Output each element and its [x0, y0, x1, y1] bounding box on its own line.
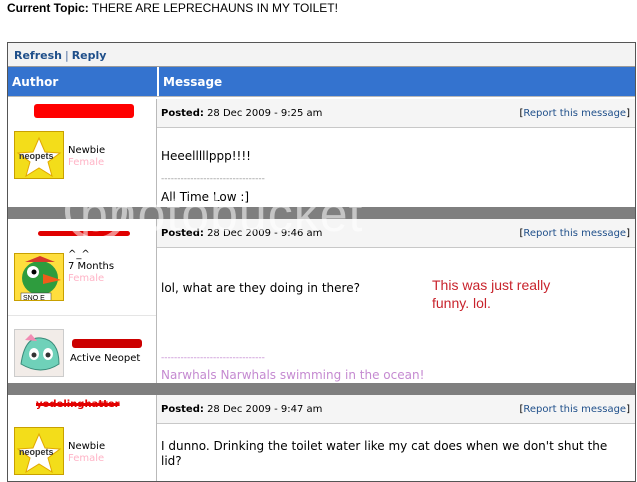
svg-text:neopets: neopets	[19, 447, 54, 457]
topic-title: THERE ARE LEPRECHAUNS IN MY TOILET!	[91, 1, 338, 15]
rank-prefix: ^_^	[68, 249, 90, 260]
username[interactable]: yodelinghatter	[36, 399, 120, 410]
gender-label: Female	[68, 453, 105, 464]
svg-text:SNO E: SNO E	[23, 295, 45, 301]
post-body: lol, what are they doing in there?	[161, 281, 360, 295]
bird-avatar: SNO E	[14, 253, 64, 301]
author-divider	[8, 315, 156, 316]
second-rank-label: Active Neopet	[70, 353, 141, 364]
handwritten-annotation: This was just really funny. lol.	[432, 276, 550, 312]
posted-date: 28 Dec 2009 - 9:25 am	[207, 108, 323, 119]
report-message-link[interactable]: Report this message	[523, 108, 626, 119]
posted-label: Posted:	[161, 404, 204, 415]
report-message-link[interactable]: Report this message	[523, 228, 626, 239]
message-column-header: Message	[157, 67, 635, 96]
signature: Narwhals Narwhals swimming in the ocean!	[161, 368, 425, 382]
post-body: I dunno. Drinking the toilet water like …	[161, 439, 608, 468]
post-3-author: yodelinghatter neopets Newbie Female	[8, 395, 157, 481]
svg-text:neopets: neopets	[19, 151, 54, 161]
topic-label: Current Topic:	[7, 1, 89, 15]
message-board: Refresh | Reply Author Message neopets New…	[7, 42, 636, 482]
annotation-line-2: funny. lol.	[432, 295, 491, 311]
rank-label: Newbie	[68, 145, 106, 156]
post-1-message: Posted: 28 Dec 2009 - 9:25 am [Report th…	[157, 99, 635, 207]
posted-date: 28 Dec 2009 - 9:47 am	[207, 404, 323, 415]
post-2-message: Posted: 28 Dec 2009 - 9:46 am [Report th…	[157, 219, 635, 383]
post-header: Posted: 28 Dec 2009 - 9:46 am [Report th…	[157, 219, 635, 248]
post-header: Posted: 28 Dec 2009 - 9:47 am [Report th…	[157, 395, 635, 424]
watermark-logo-icon	[65, 180, 127, 242]
neopets-avatar: neopets	[14, 427, 64, 475]
column-header: Author Message	[8, 67, 635, 97]
rank-label: 7 Months	[68, 261, 115, 272]
post-3: yodelinghatter neopets Newbie Female Pos…	[8, 395, 635, 481]
posted-label: Posted:	[161, 228, 204, 239]
post-3-message: Posted: 28 Dec 2009 - 9:47 am [Report th…	[157, 395, 635, 481]
current-topic: Current Topic: THERE ARE LEPRECHAUNS IN …	[7, 1, 338, 15]
sig-divider: --------------------------------	[161, 174, 265, 184]
report-message-link[interactable]: Report this message	[523, 404, 626, 415]
board-toolbar: Refresh | Reply	[8, 43, 635, 67]
neopets-avatar: neopets	[14, 131, 64, 179]
redacted-username	[34, 104, 134, 118]
gender-label: Female	[68, 273, 105, 284]
refresh-link[interactable]: Refresh	[14, 49, 62, 62]
reply-link[interactable]: Reply	[72, 49, 107, 62]
report-message: [Report this message]	[519, 404, 630, 415]
redacted-pet-name	[72, 339, 142, 348]
posted-label: Posted:	[161, 108, 204, 119]
gender-label: Female	[68, 157, 105, 168]
signature: All Time Low :]	[161, 190, 250, 204]
post-body: Heeelllllppp!!!!	[161, 149, 251, 163]
sig-divider: --------------------------------	[161, 353, 265, 363]
post-separator	[8, 383, 635, 395]
toolbar-separator: |	[64, 49, 69, 62]
post-2-author: SNO E ^_^ 7 Months Female Active Neopet	[8, 219, 157, 383]
pet-avatar	[14, 329, 64, 377]
author-column-header: Author	[8, 67, 157, 96]
posted-date: 28 Dec 2009 - 9:46 am	[207, 228, 323, 239]
annotation-line-1: This was just really	[432, 277, 551, 293]
rank-label: Newbie	[68, 441, 106, 452]
post-header: Posted: 28 Dec 2009 - 9:25 am [Report th…	[157, 99, 635, 128]
report-message: [Report this message]	[519, 228, 630, 239]
report-message: [Report this message]	[519, 108, 630, 119]
